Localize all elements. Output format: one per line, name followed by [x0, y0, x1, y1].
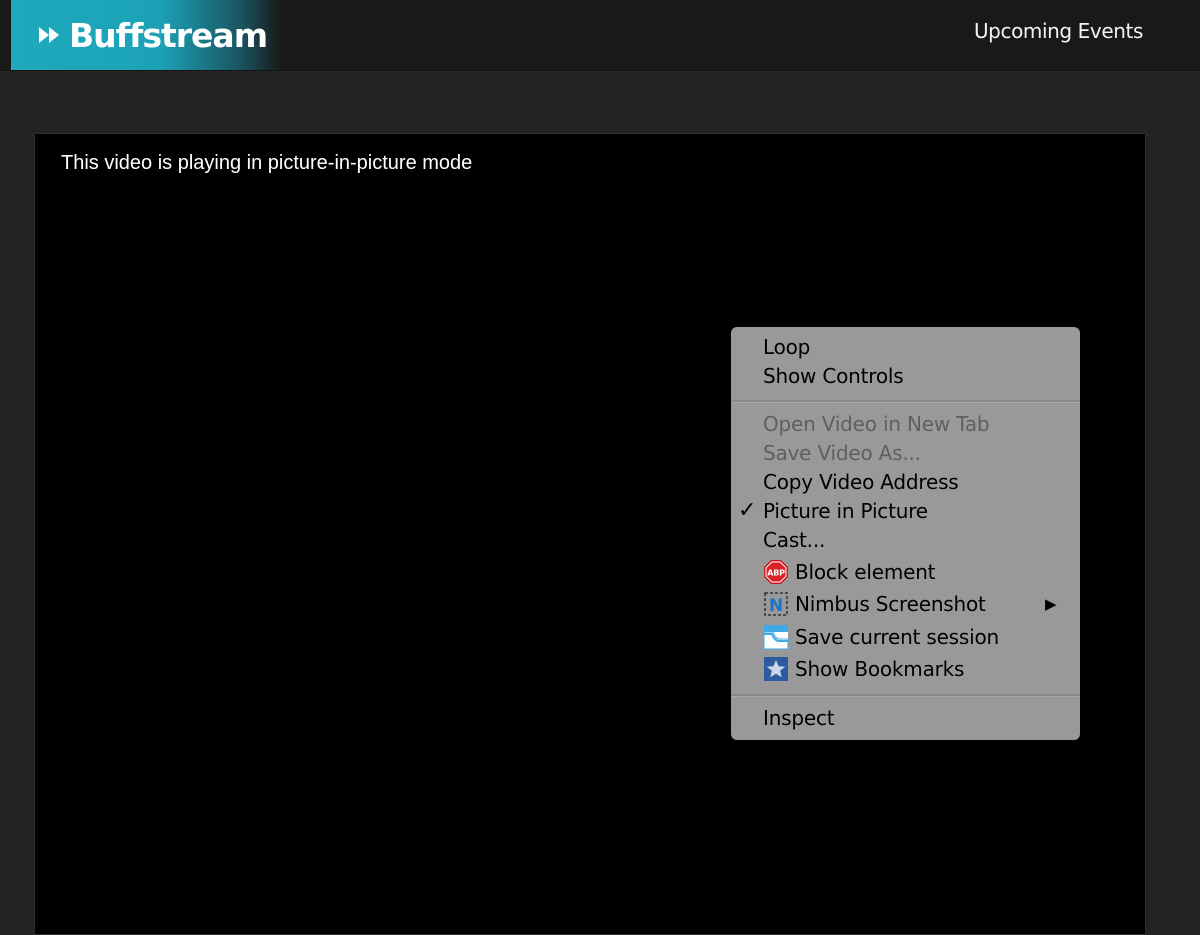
menu-item-picture-in-picture[interactable]: Picture in Picture: [763, 498, 928, 524]
pip-status-message: This video is playing in picture-in-pict…: [61, 152, 473, 174]
bookmark-star-icon: [763, 656, 789, 682]
menu-separator: [731, 400, 1080, 403]
site-logo[interactable]: Buffstream: [11, 0, 281, 70]
menu-item-show-controls[interactable]: Show Controls: [763, 363, 904, 389]
menu-item-label: Save current session: [795, 625, 999, 649]
upcoming-events-link[interactable]: Upcoming Events: [974, 19, 1143, 43]
menu-item-cast[interactable]: Cast...: [763, 527, 825, 553]
menu-item-loop[interactable]: Loop: [763, 334, 810, 360]
menu-item-nimbus-screenshot[interactable]: N Nimbus Screenshot: [763, 591, 986, 617]
menu-item-show-bookmarks[interactable]: Show Bookmarks: [763, 656, 964, 682]
nimbus-letter: N: [769, 596, 783, 616]
submenu-arrow-icon: ▶: [1045, 595, 1057, 613]
session-icon: [763, 624, 789, 650]
menu-item-label: Nimbus Screenshot: [795, 592, 986, 616]
abp-label: ABP: [767, 569, 785, 578]
video-context-menu: Loop Show Controls Open Video in New Tab…: [731, 327, 1080, 740]
top-navbar: Buffstream Upcoming Events: [0, 0, 1200, 71]
menu-item-copy-video-address[interactable]: Copy Video Address: [763, 469, 959, 495]
adblock-icon: ABP: [763, 559, 789, 585]
menu-item-save-current-session[interactable]: Save current session: [763, 624, 999, 650]
menu-item-inspect[interactable]: Inspect: [763, 705, 835, 731]
menu-separator: [731, 694, 1080, 697]
site-name: Buffstream: [69, 15, 268, 55]
menu-item-label: Block element: [795, 560, 936, 584]
menu-item-open-video-new-tab[interactable]: Open Video in New Tab: [763, 411, 990, 437]
fast-forward-icon: [39, 27, 61, 43]
nimbus-icon: N: [763, 591, 789, 617]
checkmark-icon: ✓: [738, 498, 757, 523]
menu-item-block-element[interactable]: ABP Block element: [763, 559, 936, 585]
menu-item-save-video-as[interactable]: Save Video As...: [763, 440, 921, 466]
menu-item-label: Show Bookmarks: [795, 657, 965, 681]
